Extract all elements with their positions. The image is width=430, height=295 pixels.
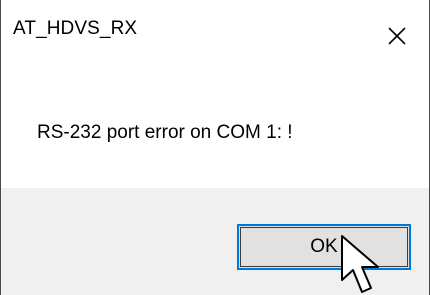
ok-button-label: OK xyxy=(310,236,338,257)
window-title: AT_HDVS_RX xyxy=(13,18,138,39)
message-dialog: AT_HDVS_RX RS-232 port error on COM 1: !… xyxy=(0,0,430,295)
arrow-pointer-icon xyxy=(340,234,400,295)
dialog-body: RS-232 port error on COM 1: ! xyxy=(1,70,429,188)
title-bar[interactable]: AT_HDVS_RX xyxy=(1,0,429,70)
close-x-icon xyxy=(388,27,406,45)
error-message: RS-232 port error on COM 1: ! xyxy=(37,122,293,143)
close-button[interactable] xyxy=(367,0,429,70)
